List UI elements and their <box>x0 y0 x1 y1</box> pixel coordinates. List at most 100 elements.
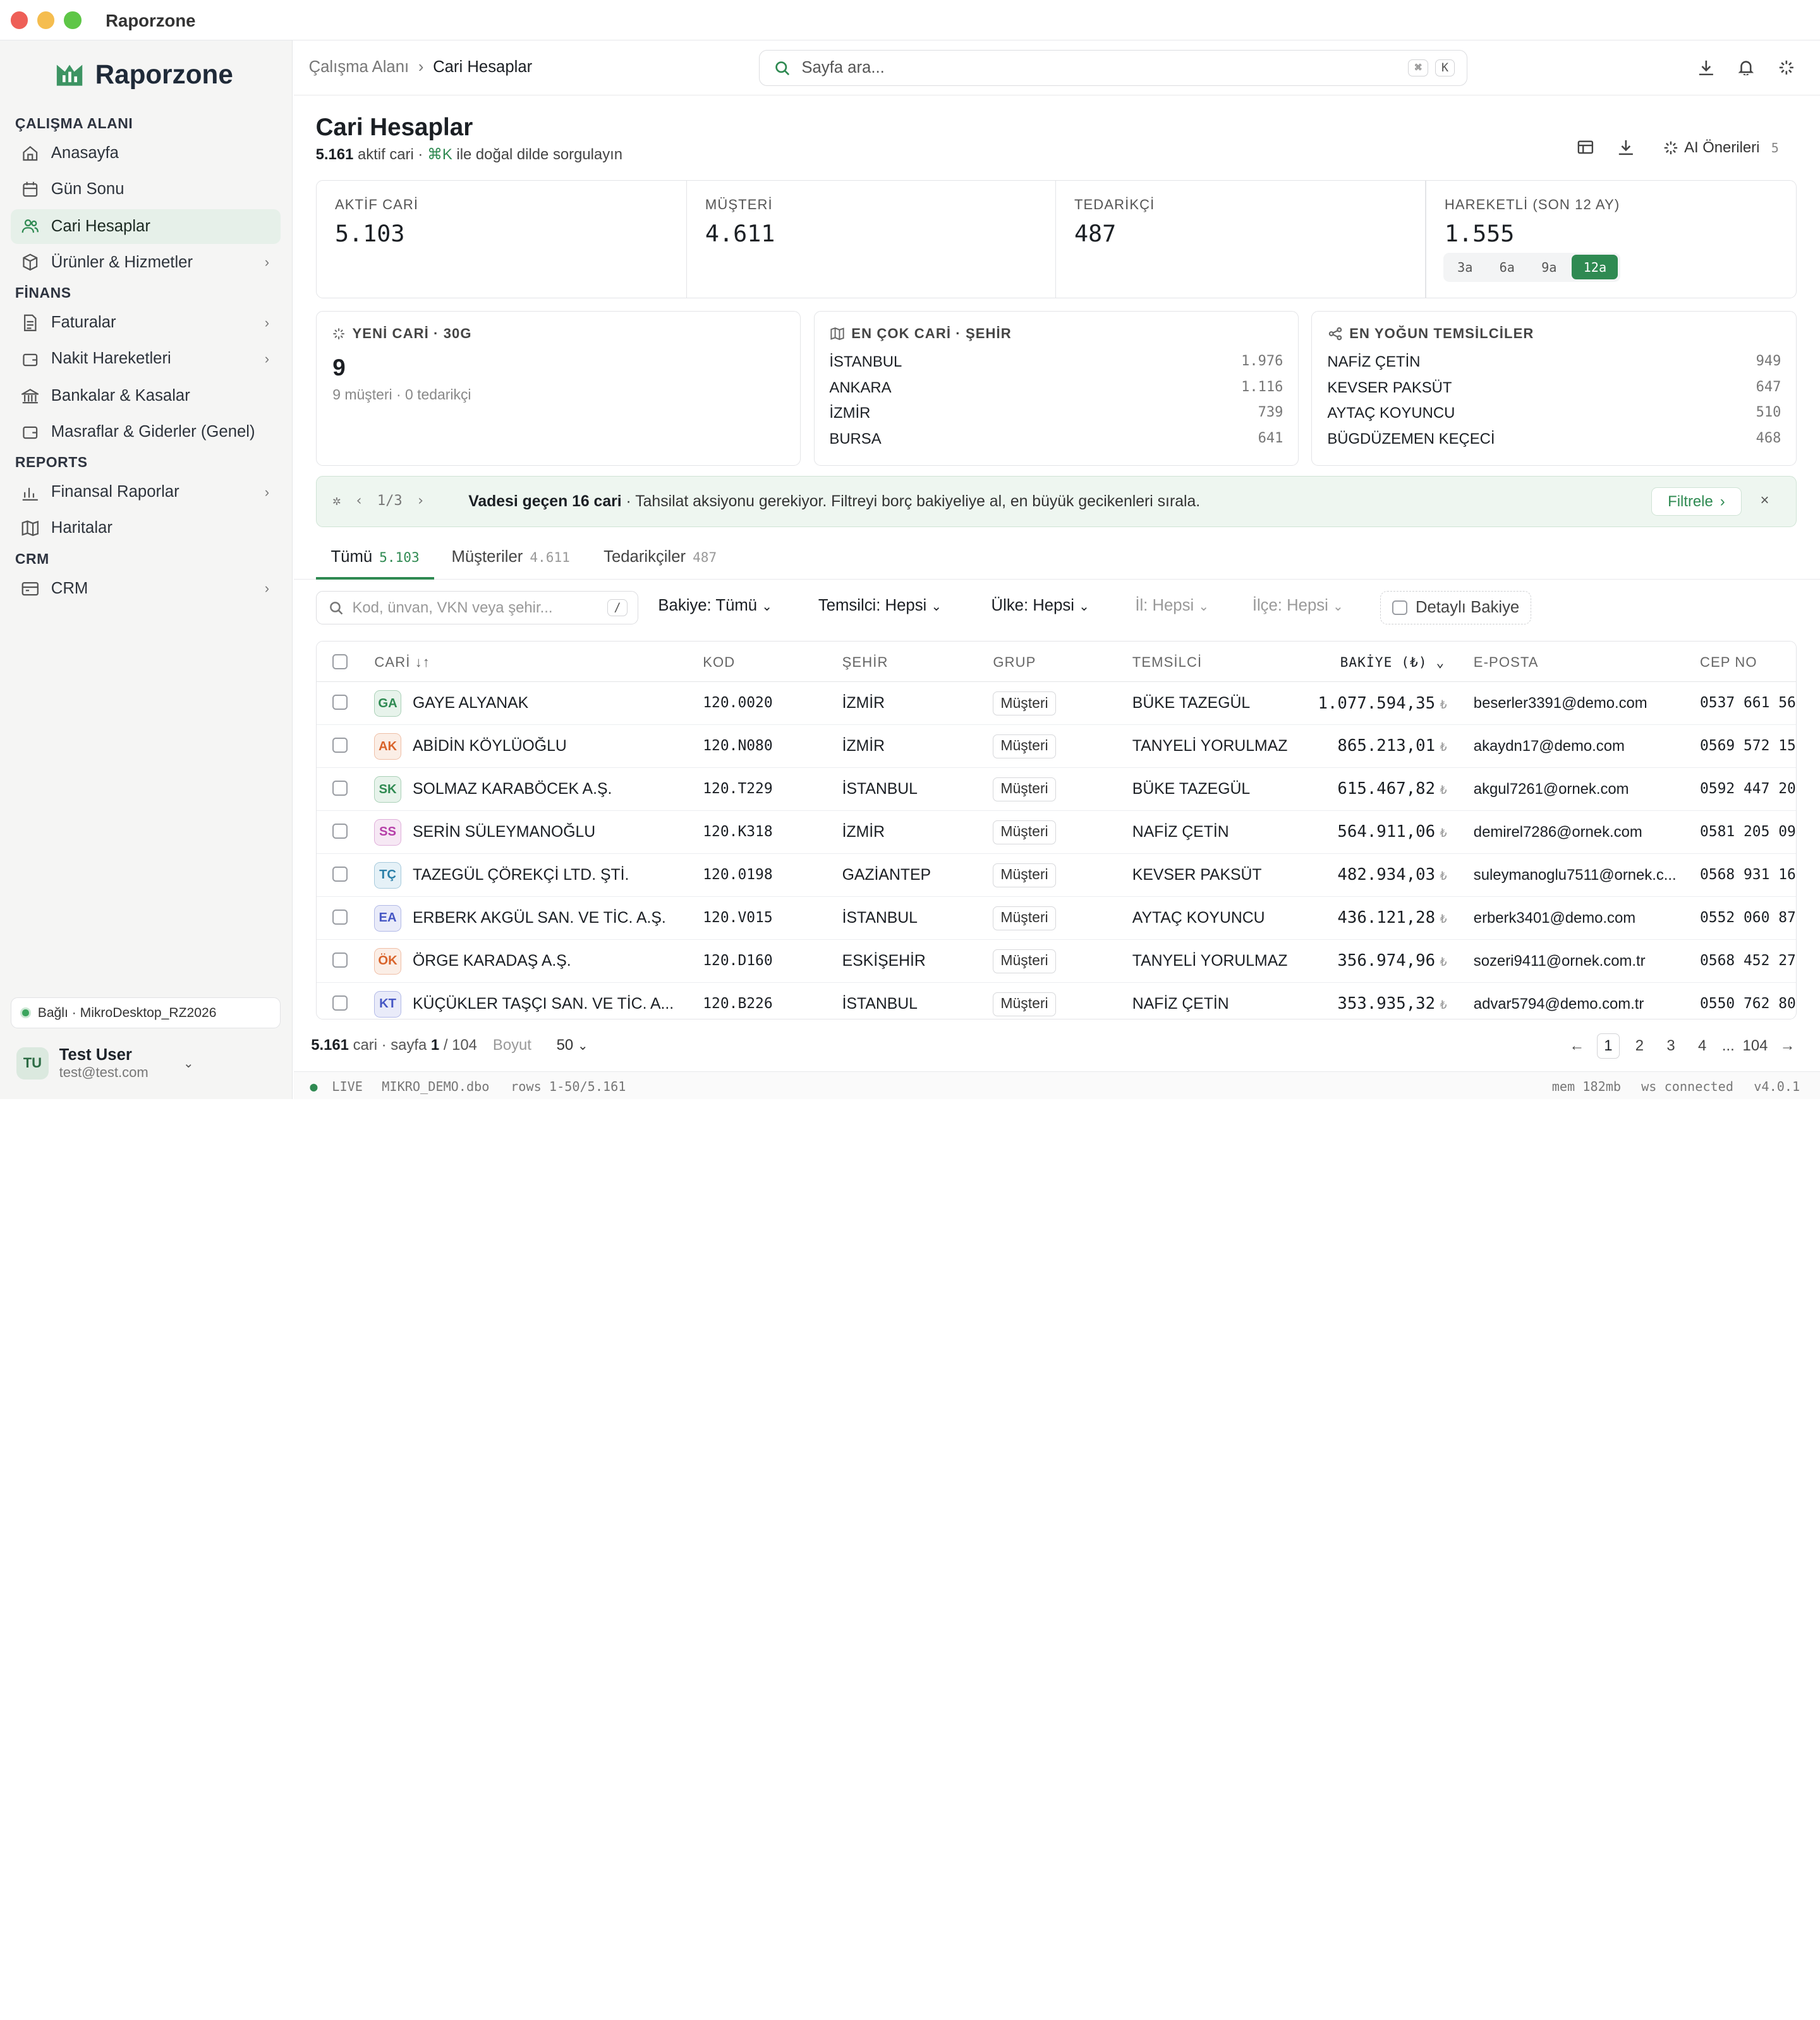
page-4[interactable]: 4 <box>1690 1033 1714 1059</box>
sidebar-item-bankalar[interactable]: Bankalar & Kasalar <box>11 379 281 413</box>
row-checkbox[interactable] <box>332 910 348 925</box>
row-checkbox[interactable] <box>332 738 348 753</box>
sidebar-item-nakit-hareketleri[interactable]: Nakit Hareketleri › <box>11 341 281 376</box>
row-name[interactable]: ERBERK AKGÜL SAN. VE TİC. A.Ş. <box>413 910 666 927</box>
next-insight-button[interactable]: › <box>416 493 425 509</box>
list-item[interactable]: İSTANBUL 1.976 <box>829 353 1283 379</box>
page-size-select[interactable]: 50 ⌄ <box>557 1037 588 1054</box>
sidebar-item-crm[interactable]: CRM › <box>11 571 281 606</box>
sparkle-icon[interactable] <box>1778 59 1795 80</box>
filter-ulke[interactable]: Ülke: Hepsi ⌄ <box>992 597 1090 615</box>
table-view-icon[interactable] <box>1577 139 1594 155</box>
page-search-input[interactable]: Sayfa ara... ⌘ K <box>759 49 1467 86</box>
page-last[interactable]: 104 <box>1743 1033 1768 1059</box>
list-item[interactable]: İZMİR 739 <box>829 405 1283 430</box>
checkbox[interactable] <box>1392 600 1408 616</box>
close-icon[interactable]: × <box>1760 492 1769 509</box>
period-12a[interactable]: 12a <box>1572 255 1618 279</box>
row-name[interactable]: GAYE ALYANAK <box>413 695 528 712</box>
row-email[interactable]: advar5794@demo.com.tr <box>1474 995 1644 1013</box>
sidebar-item-faturalar[interactable]: Faturalar › <box>11 305 281 340</box>
detailed-balance-toggle[interactable]: Detaylı Bakiye <box>1380 590 1531 625</box>
period-6a[interactable]: 6a <box>1488 255 1526 279</box>
row-email[interactable]: sozeri9411@ornek.com.tr <box>1474 952 1646 970</box>
export-icon[interactable] <box>1618 139 1634 155</box>
row-name[interactable]: KÜÇÜKLER TAŞÇI SAN. VE TİC. A... <box>413 995 674 1013</box>
filter-bakiye[interactable]: Bakiye: Tümü ⌄ <box>658 597 772 615</box>
row-email[interactable]: akaydn17@demo.com <box>1474 738 1625 755</box>
breadcrumb-item[interactable]: Çalışma Alanı <box>309 58 410 76</box>
page-1[interactable]: 1 <box>1596 1033 1620 1059</box>
sidebar-item-finansal-raporlar[interactable]: Finansal Raporlar › <box>11 475 281 509</box>
row-checkbox[interactable] <box>332 995 348 1011</box>
sidebar-item-masraflar[interactable]: Masraflar & Giderler (Genel) <box>11 415 281 449</box>
row-email[interactable]: demirel7286@ornek.com <box>1474 824 1642 841</box>
table-row[interactable]: SS SERİN SÜLEYMANOĞLU 120.K318 İZMİR Müşteri… <box>316 811 1797 854</box>
list-item[interactable]: AYTAÇ KOYUNCU 510 <box>1327 405 1781 430</box>
filter-temsilci[interactable]: Temsilci: Hepsi ⌄ <box>818 597 942 615</box>
sidebar-item-cari-hesaplar[interactable]: Cari Hesaplar <box>10 209 281 244</box>
row-checkbox[interactable] <box>332 824 348 839</box>
filter-ilce[interactable]: İlçe: Hepsi ⌄ <box>1253 597 1344 615</box>
ai-suggestions-button[interactable]: AI Önerileri 5 <box>1663 139 1779 157</box>
filter-il[interactable]: İl: Hepsi ⌄ <box>1135 597 1209 615</box>
row-name[interactable]: TAZEGÜL ÇÖREKÇİ LTD. ŞTİ. <box>413 867 629 884</box>
select-all-checkbox[interactable] <box>332 654 348 669</box>
row-name[interactable]: ÖRGE KARADAŞ A.Ş. <box>413 952 571 970</box>
sidebar-item-gun-sonu[interactable]: Gün Sonu <box>11 172 281 207</box>
maximize-window-button[interactable] <box>63 11 82 29</box>
tab-tedarikciler[interactable]: Tedarikçiler 487 <box>604 548 717 566</box>
table-row[interactable]: TÇ TAZEGÜL ÇÖREKÇİ LTD. ŞTİ. 120.0198 GAZİA… <box>316 854 1797 897</box>
table-row[interactable]: SK SOLMAZ KARABÖCEK A.Ş. 120.T229 İSTANBUL M… <box>316 768 1797 812</box>
tab-tumu[interactable]: Tümü 5.103 <box>331 548 419 566</box>
row-email[interactable]: suleymanoglu7511@ornek.c... <box>1474 867 1677 884</box>
filter-button[interactable]: Filtrele › <box>1651 487 1742 516</box>
prev-insight-button[interactable]: ‹ <box>355 493 363 509</box>
list-item[interactable]: KEVSER PAKSÜT 647 <box>1327 379 1781 405</box>
download-icon[interactable] <box>1698 59 1714 80</box>
table-search-input[interactable]: Kod, ünvan, VKN veya şehir... / <box>315 590 639 625</box>
close-window-button[interactable] <box>10 11 28 29</box>
bell-icon[interactable] <box>1738 59 1754 80</box>
table-row[interactable]: ÖK ÖRGE KARADAŞ A.Ş. 120.D160 ESKİŞEHİR Müşt… <box>316 940 1797 983</box>
row-email[interactable]: beserler3391@demo.com <box>1474 695 1647 712</box>
logo[interactable]: Raporzone <box>56 59 233 90</box>
row-checkbox[interactable] <box>332 781 348 796</box>
next-page-button[interactable]: → <box>1776 1033 1799 1059</box>
minimize-window-button[interactable] <box>37 11 55 29</box>
list-item[interactable]: BÜGDÜZEMEN KEÇECİ 468 <box>1327 430 1781 456</box>
row-email[interactable]: akgul7261@ornek.com <box>1474 781 1629 798</box>
table-row[interactable]: KT KÜÇÜKLER TAŞÇI SAN. VE TİC. A... 120.B2… <box>317 983 1797 1019</box>
sidebar-item-urunler[interactable]: Ürünler & Hizmetler › <box>11 245 281 280</box>
row-checkbox[interactable] <box>332 867 348 882</box>
list-item[interactable]: NAFİZ ÇETİN 949 <box>1327 353 1781 379</box>
col-cari[interactable]: CARİ ↓↑ <box>374 654 430 671</box>
col-sehir[interactable]: ŞEHİR <box>842 654 889 671</box>
row-name[interactable]: SERİN SÜLEYMANOĞLU <box>413 824 595 841</box>
list-item[interactable]: ANKARA 1.116 <box>829 379 1283 405</box>
tab-musteriler[interactable]: Müşteriler 4.611 <box>451 548 569 566</box>
col-bakiye[interactable]: BAKİYE (₺) ⌄ <box>1340 654 1445 670</box>
page-3[interactable]: 3 <box>1659 1033 1683 1059</box>
row-email[interactable]: erberk3401@demo.com <box>1474 910 1635 927</box>
col-kod[interactable]: KOD <box>703 654 735 671</box>
period-3a[interactable]: 3a <box>1446 255 1484 279</box>
table-row[interactable]: AK ABİDİN KÖYLÜOĞLU 120.N080 İZMİR Müşteri TA… <box>316 725 1797 769</box>
col-temsilci[interactable]: TEMSİLCİ <box>1132 654 1202 671</box>
row-checkbox[interactable] <box>332 695 348 710</box>
sidebar-item-haritalar[interactable]: Haritalar <box>11 511 281 545</box>
table-row[interactable]: GA GAYE ALYANAK 120.0020 İZMİR Müşteri BÜKE T… <box>316 682 1797 726</box>
sidebar-item-anasayfa[interactable]: Anasayfa <box>11 136 281 171</box>
row-name[interactable]: ABİDİN KÖYLÜOĞLU <box>413 738 567 755</box>
page-2[interactable]: 2 <box>1628 1033 1651 1059</box>
col-grup[interactable]: GRUP <box>993 654 1036 671</box>
period-9a[interactable]: 9a <box>1530 255 1568 279</box>
user-menu[interactable]: TU Test User test@test.com ⌄ <box>16 1046 194 1081</box>
prev-page-button[interactable]: ← <box>1565 1033 1589 1059</box>
row-checkbox[interactable] <box>332 952 348 968</box>
row-name[interactable]: SOLMAZ KARABÖCEK A.Ş. <box>413 781 612 798</box>
col-eposta[interactable]: E-POSTA <box>1474 654 1539 671</box>
list-item[interactable]: BURSA 641 <box>829 430 1283 456</box>
table-row[interactable]: EA ERBERK AKGÜL SAN. VE TİC. A.Ş. 120.V015… <box>316 897 1797 940</box>
col-cep[interactable]: CEP NO <box>1700 654 1757 671</box>
